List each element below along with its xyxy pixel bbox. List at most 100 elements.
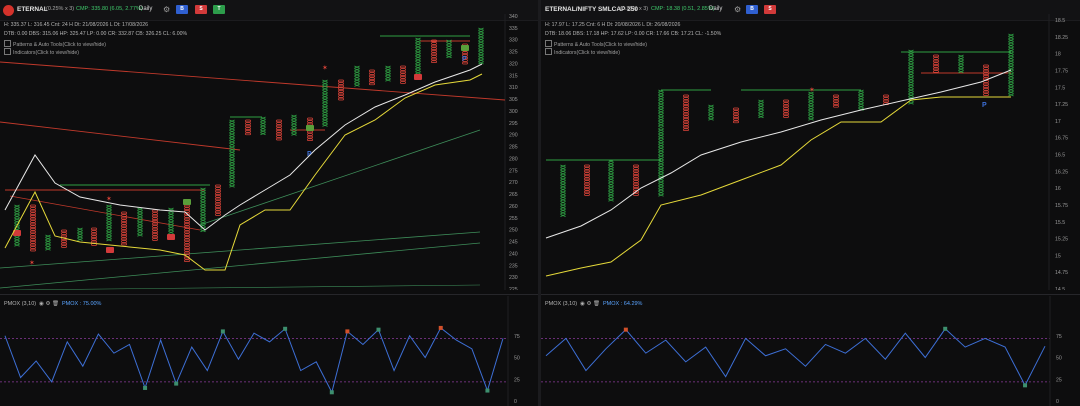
price-axis-label: 14.75 [1055,270,1068,276]
right-price-chart[interactable]: 18.5 18.25 18 17.75 17.5 17.25 17 16.75 16.5 16.2… [541,0,1080,290]
pmox-extreme-marker [220,329,225,334]
bull-column [658,89,664,197]
bull-column [322,79,328,127]
price-axis-label: 250 [509,228,518,234]
pmox-extreme-marker [1023,383,1028,388]
price-axis-label: 16 [1055,186,1061,192]
signal-marker [183,199,191,205]
pane-separator[interactable] [541,294,1080,295]
pmox-axis-label: 25 [514,377,520,383]
price-axis-label: 245 [509,240,518,246]
bull-column [708,104,714,121]
price-axis-label: 17.75 [1055,68,1068,74]
pmox-extreme-marker [329,390,334,395]
left-chart-panel: ETERNAL (0.25% x 3) CMP: 335.80 (6.05, 2… [0,0,538,406]
bull-column [478,27,484,65]
trendline-green [9,284,481,290]
pmox-extreme-marker [485,388,490,393]
pmox-extreme-marker [438,325,443,330]
price-axis-label: 15 [1055,253,1061,259]
price-axis-label: 300 [509,109,518,115]
bear-column [369,69,375,86]
p-marker-icon: P [982,102,987,109]
star-icon: ✶ [322,64,328,72]
bull-column [1008,33,1014,97]
price-axis-label: 14.5 [1055,287,1065,290]
bear-column [833,94,839,108]
bull-column [168,207,174,237]
bear-column [584,164,590,196]
white-trend-line [545,69,1012,239]
pmox-line [4,327,504,394]
bull-column [45,234,51,251]
left-pmox-chart[interactable]: 75 50 25 0 [0,296,538,406]
bear-column [184,199,190,262]
bull-column [808,91,814,121]
pmox-axis-label: 75 [1056,334,1062,340]
pmox-extreme-marker [943,326,948,331]
price-axis-label: 17.25 [1055,102,1068,108]
bull-column [958,54,964,74]
price-axis-label: 15.5 [1055,220,1065,226]
pmox-extreme-marker [345,329,350,334]
bear-column [152,209,158,241]
price-axis-label: 320 [509,61,518,67]
price-axis-label: 325 [509,50,518,56]
pmox-extreme-marker [376,327,381,332]
pmox-axis-label: 0 [1056,399,1059,405]
pmox-axis-label: 0 [514,399,517,405]
pmox-extreme-marker [283,326,288,331]
price-axis-label: 17 [1055,119,1061,125]
bear-column [933,54,939,73]
price-axis-label: 225 [509,287,518,290]
price-axis-label: 17.5 [1055,85,1065,91]
right-pmox-chart[interactable]: 75 50 25 0 [541,296,1080,406]
bear-column [733,107,739,124]
bear-column [683,94,689,131]
price-axis-label: 15.75 [1055,203,1068,209]
bull-column [200,187,206,233]
signal-marker [461,45,469,51]
price-axis-label: 305 [509,97,518,103]
price-axis-label: 290 [509,133,518,139]
trendline-green [199,129,481,226]
bear-column [215,184,221,216]
price-axis-label: 335 [509,26,518,32]
price-axis-label: 315 [509,73,518,79]
p-marker-icon: P [462,56,467,63]
signal-marker [414,74,422,80]
bull-column [908,49,914,105]
price-axis-label: 255 [509,216,518,222]
price-axis-label: 15.25 [1055,237,1068,243]
yellow-trend-line [4,73,483,271]
price-axis-label: 280 [509,156,518,162]
star-icon: ✶ [809,86,815,94]
bear-column [783,99,789,118]
white-trend-line [4,63,483,231]
bear-column [883,94,889,105]
trendline-red [0,61,506,101]
price-axis-label: 235 [509,263,518,269]
bear-column [245,119,251,136]
signal-marker [306,125,314,131]
bull-column [137,207,143,237]
pmox-extreme-marker [174,381,179,386]
pmox-axis-label: 50 [514,356,520,362]
price-axis-label: 310 [509,85,518,91]
price-axis-label: 230 [509,275,518,281]
price-axis-label: 340 [509,14,518,20]
bull-column [608,159,614,202]
star-icon: ✶ [29,259,35,267]
bull-column [415,37,421,77]
price-axis-label: 270 [509,180,518,186]
pane-separator[interactable] [0,294,538,295]
signal-marker [167,234,175,240]
pmox-extreme-marker [623,327,628,332]
price-axis-label: 18 [1055,52,1061,58]
bull-column [291,114,297,136]
bear-column [338,79,344,101]
price-axis-label: 16.75 [1055,136,1068,142]
price-axis-label: 240 [509,251,518,257]
left-price-chart[interactable]: 340 335 330 325 320 315 310 305 300 295 290 285 280 2… [0,0,538,290]
pmox-axis-label: 25 [1056,377,1062,383]
